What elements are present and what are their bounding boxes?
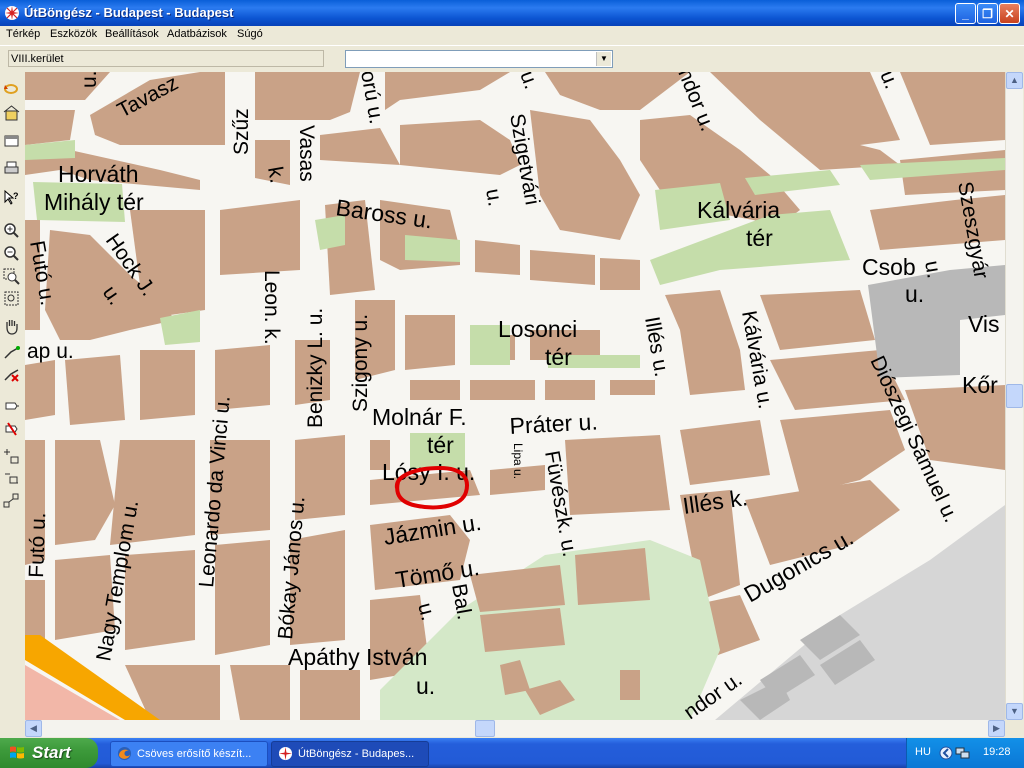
label-apathy-2: u. <box>416 673 435 699</box>
label-kor: Kőr <box>962 372 998 398</box>
route-icon[interactable] <box>3 344 20 361</box>
minimize-button[interactable]: _ <box>955 3 976 24</box>
print-icon[interactable] <box>3 160 20 177</box>
vertical-scrollbar[interactable]: ▲ ▼ <box>1005 72 1023 720</box>
label-szuz: Szűz <box>230 108 253 155</box>
zoom-in-icon[interactable] <box>3 222 20 239</box>
windows-logo-icon <box>10 746 24 759</box>
app-compass-icon <box>278 746 293 761</box>
select-icon[interactable] <box>3 397 20 414</box>
vertical-scroll-thumb[interactable] <box>1006 384 1023 408</box>
svg-text:?: ? <box>13 191 19 201</box>
route-clear-icon[interactable] <box>3 366 20 383</box>
zoom-window-icon[interactable] <box>3 268 20 285</box>
language-indicator[interactable]: HU <box>915 746 931 758</box>
district-field[interactable]: VIII.kerület <box>8 50 324 67</box>
label-losonci-1: Losonci <box>498 316 577 342</box>
label-kalvaria-2: tér <box>746 225 773 251</box>
menu-bar: Térkép Eszközök Beállítások Adatbázisok … <box>0 26 1024 44</box>
label-futo-2: Futó u. <box>25 512 50 578</box>
map-view[interactable]: Tavasz Szűz u. orú u. u. ndor u. u. Horv… <box>25 72 1005 720</box>
menu-beallitasok[interactable]: Beállítások <box>105 28 159 40</box>
connect-icon[interactable] <box>3 492 20 509</box>
start-button[interactable]: Start <box>0 738 98 768</box>
search-toolbar: VIII.kerület ▼ <box>0 45 1024 72</box>
window-title: ÚtBöngész - Budapest - Budapest <box>24 5 234 20</box>
tool-palette: ? <box>0 72 24 736</box>
label-kalvaria-1: Kálvária <box>697 197 780 223</box>
taskbar-item-label: ÚtBöngész - Budapes... <box>298 748 415 760</box>
app-compass-icon <box>5 6 19 20</box>
firefox-icon <box>117 746 132 761</box>
label-losonci-2: tér <box>545 344 572 370</box>
zoom-out-icon[interactable] <box>3 245 20 262</box>
taskbar-item-utbongesz[interactable]: ÚtBöngész - Budapes... <box>271 741 429 767</box>
app-window: ÚtBöngész - Budapest - Budapest _ ❐ ✕ Té… <box>0 0 1024 768</box>
system-tray: HU 19:28 <box>906 738 1024 768</box>
menu-terkep[interactable]: Térkép <box>6 28 40 40</box>
label-u1: u. <box>78 72 101 88</box>
label-vasas: Vasas <box>295 125 318 182</box>
chevron-down-icon[interactable]: ▼ <box>596 52 611 66</box>
label-horvath-2: Mihály tér <box>44 189 144 215</box>
scroll-up-button[interactable]: ▲ <box>1006 72 1023 89</box>
back-arrow-icon <box>939 746 953 760</box>
label-molnar-2: tér <box>427 432 454 458</box>
label-apathy-1: Apáthy István <box>288 644 427 670</box>
label-ap: ap u. <box>27 340 74 363</box>
menu-sugo[interactable]: Súgó <box>237 28 263 40</box>
label-lipa: Lipa u. <box>511 443 525 479</box>
pan-hand-icon[interactable] <box>3 318 20 335</box>
label-u5: u. <box>905 281 924 307</box>
menu-eszkozok[interactable]: Eszközök <box>50 28 97 40</box>
scroll-left-button[interactable]: ◀ <box>25 720 42 737</box>
clock: 19:28 <box>983 746 1011 758</box>
taskbar-item-firefox[interactable]: Csöves erősítő készít... <box>110 741 268 767</box>
label-molnar-1: Molnár F. <box>372 404 467 430</box>
zoom-extent-icon[interactable] <box>3 290 20 307</box>
label-horvath-1: Horváth <box>58 161 139 187</box>
taskbar: Start Csöves erősítő készít... ÚtBöngész… <box>0 738 1024 768</box>
label-leon: Leon. k. <box>260 270 283 345</box>
layers-icon[interactable] <box>3 132 20 149</box>
home-icon[interactable] <box>3 105 20 122</box>
label-szigony: Szigony u. <box>349 314 372 412</box>
label-prater: Práter u. <box>509 408 598 439</box>
menu-adatbazisok[interactable]: Adatbázisok <box>167 28 227 40</box>
scroll-down-button[interactable]: ▼ <box>1006 703 1023 720</box>
label-benizky: Benizky L. u. <box>304 308 327 428</box>
start-label: Start <box>32 743 71 762</box>
title-bar[interactable]: ÚtBöngész - Budapest - Budapest _ ❐ ✕ <box>0 0 1024 26</box>
taskbar-item-label: Csöves erősítő készít... <box>137 748 252 760</box>
scroll-right-button[interactable]: ▶ <box>988 720 1005 737</box>
label-csob: Csob <box>862 254 916 280</box>
close-button[interactable]: ✕ <box>999 3 1020 24</box>
label-vis: Vis <box>968 311 1000 337</box>
street-map[interactable]: Tavasz Szűz u. orú u. u. ndor u. u. Horv… <box>25 72 1005 720</box>
maximize-button[interactable]: ❐ <box>977 3 998 24</box>
add-point-icon[interactable] <box>3 448 20 465</box>
measure-icon[interactable] <box>3 470 20 487</box>
street-select[interactable]: ▼ <box>345 50 613 68</box>
horizontal-scroll-thumb[interactable] <box>475 720 495 737</box>
undo-icon[interactable] <box>3 80 20 97</box>
tray-icons <box>939 746 970 760</box>
horizontal-scrollbar[interactable]: ◀ ▶ <box>25 720 1005 737</box>
help-cursor-icon[interactable]: ? <box>3 189 20 206</box>
clear-icon[interactable] <box>3 420 20 437</box>
